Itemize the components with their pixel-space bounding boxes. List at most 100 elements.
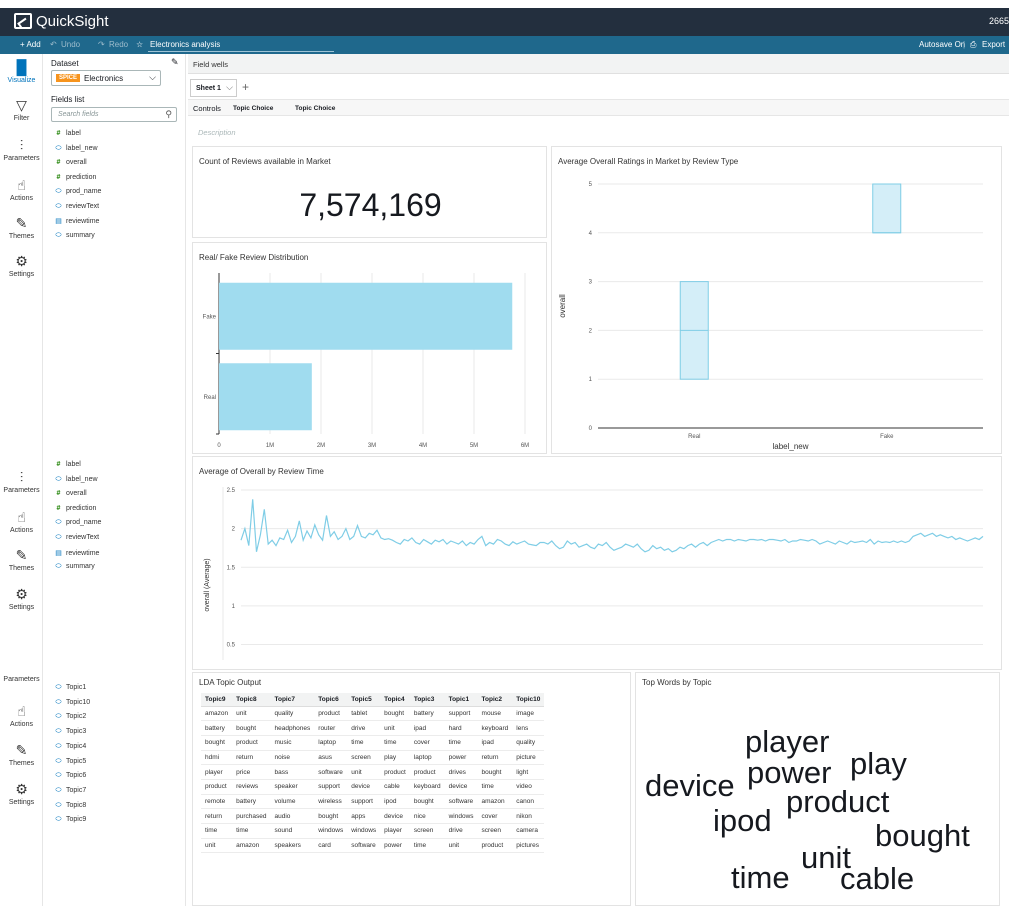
table-cell[interactable]: keyboard (477, 720, 513, 736)
field-item[interactable]: ⬭ summary (54, 232, 95, 240)
nav-actions[interactable]: ☝ Actions (0, 178, 43, 203)
field-item[interactable]: ⬭ reviewText (54, 534, 100, 542)
table-cell[interactable]: play (380, 750, 410, 766)
table-cell[interactable]: ipad (477, 735, 513, 751)
table-cell[interactable]: asus (314, 750, 348, 766)
field-item[interactable]: ⬭ summary (54, 563, 95, 571)
ratings-box-plot[interactable]: Average Overall Ratings in Market by Rev… (551, 146, 1002, 454)
table-cell[interactable]: card (314, 838, 348, 854)
field-item[interactable]: # label (54, 461, 81, 468)
table-cell[interactable]: product (314, 706, 348, 722)
real-fake-bar-chart[interactable]: Real/ Fake Review Distribution 0 1M 2M 3M 4M… (192, 242, 547, 454)
field-item[interactable]: # overall (54, 159, 87, 166)
table-cell[interactable]: mouse (477, 706, 513, 722)
field-item[interactable]: ⬭ Topic9 (54, 816, 87, 824)
table-cell[interactable]: bought (201, 735, 233, 751)
table-cell[interactable]: support (444, 706, 478, 722)
nav-parameters-3[interactable]: Parameters (0, 674, 43, 683)
table-cell[interactable]: power (444, 750, 478, 766)
field-item[interactable]: # prediction (54, 505, 97, 512)
field-item[interactable]: ⬭ Topic6 (54, 772, 87, 780)
table-column-header[interactable]: Topic9 (201, 693, 233, 707)
nav-themes-2[interactable]: ✎ Themes (0, 548, 43, 573)
box[interactable] (872, 183, 902, 234)
table-cell[interactable]: windows (444, 808, 478, 824)
field-item[interactable]: ⬭ Topic5 (54, 758, 87, 766)
table-cell[interactable]: product (380, 764, 410, 780)
table-cell[interactable]: time (380, 735, 410, 751)
table-cell[interactable]: bought (477, 764, 513, 780)
field-wells-bar[interactable]: Field wells (188, 54, 1009, 74)
table-cell[interactable]: battery (232, 794, 271, 810)
table-cell[interactable]: bass (270, 764, 315, 780)
field-item[interactable]: ⬭ reviewText (54, 203, 100, 211)
field-item[interactable]: ⬭ prod_name (54, 519, 102, 527)
table-cell[interactable]: return (201, 808, 233, 824)
table-cell[interactable]: battery (201, 720, 233, 736)
table-column-header[interactable]: Topic3 (409, 693, 445, 707)
table-cell[interactable]: bought (409, 794, 445, 810)
table-cell[interactable]: sound (270, 823, 315, 839)
table-cell[interactable]: return (477, 750, 513, 766)
nav-settings-3[interactable]: ⚙ Settings (0, 782, 43, 807)
control-topic-choice-2[interactable]: Topic Choice (295, 105, 335, 112)
table-cell[interactable]: tablet (347, 706, 381, 722)
redo-button[interactable]: Redo (109, 40, 128, 49)
table-cell[interactable]: unit (347, 764, 381, 780)
word-cloud-word[interactable]: product (786, 786, 889, 817)
field-item[interactable]: ⬭ label_new (54, 145, 98, 153)
table-cell[interactable]: support (314, 779, 348, 795)
table-cell[interactable]: battery (409, 706, 445, 722)
table-cell[interactable]: bought (314, 808, 348, 824)
table-cell[interactable]: windows (347, 823, 381, 839)
nav-parameters-2[interactable]: ⫶ Parameters (0, 470, 43, 495)
word-cloud-word[interactable]: cable (840, 863, 914, 894)
table-cell[interactable]: unit (444, 838, 478, 854)
table-cell[interactable]: cover (477, 808, 513, 824)
table-cell[interactable]: canon (512, 794, 545, 810)
table-cell[interactable]: power (380, 838, 410, 854)
table-cell[interactable]: apps (347, 808, 381, 824)
table-cell[interactable]: time (232, 823, 271, 839)
table-cell[interactable]: support (347, 794, 381, 810)
nav-actions-2[interactable]: ☝ Actions (0, 510, 43, 535)
table-column-header[interactable]: Topic7 (270, 693, 315, 707)
table-cell[interactable]: software (314, 764, 348, 780)
table-cell[interactable]: lens (512, 720, 545, 736)
table-cell[interactable]: unit (201, 838, 233, 854)
quicksight-logo-icon[interactable] (14, 13, 32, 29)
undo-icon[interactable]: ↶ (50, 40, 57, 49)
table-cell[interactable]: unit (232, 706, 271, 722)
nav-actions-3[interactable]: ☝ Actions (0, 704, 43, 729)
table-cell[interactable]: camera (512, 823, 545, 839)
table-cell[interactable]: bought (232, 720, 271, 736)
dataset-select[interactable]: SPICE Electronics ⌵ (51, 70, 161, 86)
table-column-header[interactable]: Topic1 (444, 693, 478, 707)
word-cloud-visual[interactable]: Top Words by Topic player power play dev… (635, 672, 1000, 906)
word-cloud-word[interactable]: time (731, 862, 790, 893)
table-cell[interactable]: time (409, 838, 445, 854)
search-fields-input[interactable]: Search fields ⚲ (51, 107, 177, 122)
table-cell[interactable]: nice (409, 808, 445, 824)
field-item[interactable]: ⬭ Topic4 (54, 743, 87, 751)
field-item[interactable]: ▤ reviewtime (54, 549, 99, 557)
word-cloud-word[interactable]: ipod (713, 805, 772, 836)
field-item[interactable]: ⬭ Topic3 (54, 728, 87, 736)
table-cell[interactable]: amazon (232, 838, 271, 854)
table-cell[interactable]: amazon (201, 706, 233, 722)
series-line[interactable] (240, 499, 984, 553)
table-cell[interactable]: laptop (314, 735, 348, 751)
word-cloud-word[interactable]: play (850, 748, 907, 779)
table-cell[interactable]: player (201, 764, 233, 780)
review-time-line-chart[interactable]: Average of Overall by Review Time 0.5 1 1.… (192, 456, 1002, 670)
nav-parameters[interactable]: ⫶ Parameters (0, 138, 43, 163)
table-cell[interactable]: picture (512, 750, 545, 766)
export-button[interactable]: Export (982, 40, 1005, 49)
field-item[interactable]: ⬭ Topic1 (54, 684, 87, 692)
nav-themes-3[interactable]: ✎ Themes (0, 743, 43, 768)
table-cell[interactable]: drive (347, 720, 381, 736)
add-sheet-button[interactable]: + (242, 80, 249, 94)
account-id[interactable]: 2665 (989, 16, 1009, 26)
table-cell[interactable]: time (444, 735, 478, 751)
table-cell[interactable]: time (477, 779, 513, 795)
